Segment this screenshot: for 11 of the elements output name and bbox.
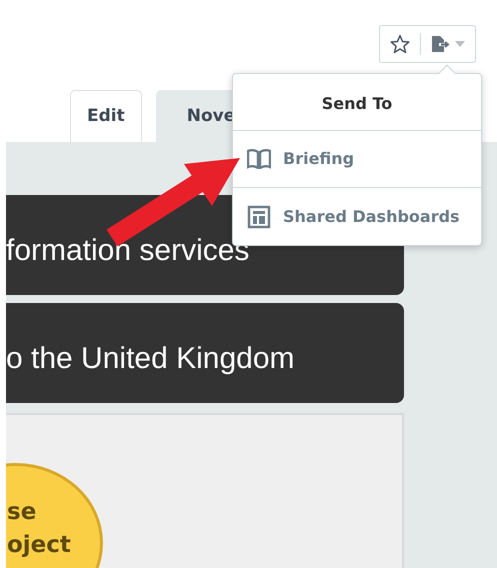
menu-item[interactable]: Briefing xyxy=(283,147,354,171)
tab[interactable]: Edit xyxy=(70,90,142,142)
book-icon xyxy=(247,149,271,169)
title-banner: o the United Kingdom xyxy=(6,303,404,403)
caret-icon xyxy=(455,41,465,47)
export-icon xyxy=(431,35,451,53)
menu-title: Send To xyxy=(233,74,481,131)
star-icon xyxy=(390,34,410,54)
bubble-text: oject xyxy=(7,531,72,560)
bubble-text: se xyxy=(7,498,38,527)
dashboard-icon xyxy=(247,204,271,228)
